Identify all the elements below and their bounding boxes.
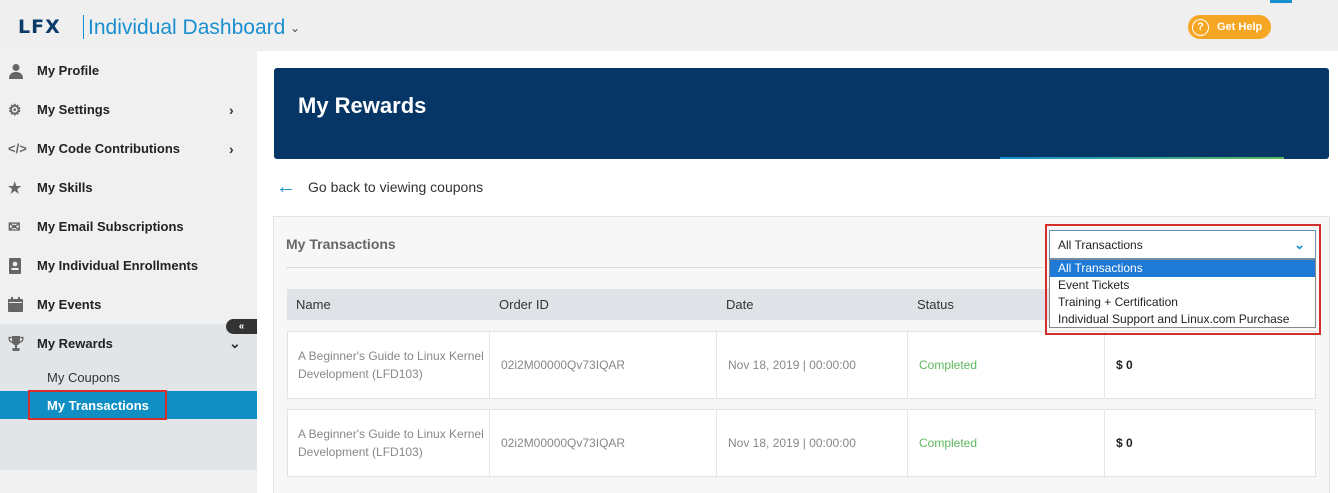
calendar-icon xyxy=(0,297,37,312)
question-icon: ? xyxy=(1192,18,1209,36)
star-icon: ★ xyxy=(8,179,22,197)
sidebar-item-label: My Individual Enrollments xyxy=(37,258,199,273)
row-amount: $ 0 xyxy=(1104,332,1315,398)
top-bar: LFX Individual Dashboard ⌄ ? Get Help xyxy=(0,0,1338,51)
back-link-label: Go back to viewing coupons xyxy=(308,179,484,195)
sidebar-item-label: My Events xyxy=(37,297,102,312)
banner-accent-strip xyxy=(1000,157,1284,159)
sidebar-item-label: My Email Subscriptions xyxy=(37,219,184,234)
row-date: Nov 18, 2019 | 00:00:00 xyxy=(716,332,907,398)
sidebar-collapse-button[interactable]: « xyxy=(226,319,257,334)
lfx-logo[interactable]: LFX xyxy=(18,16,61,38)
sidebar-item-my-individual-enrollments[interactable]: My Individual Enrollments xyxy=(0,246,257,285)
get-help-label: Get Help xyxy=(1217,21,1263,33)
envelope-icon: ✉ xyxy=(8,218,21,236)
column-header-status[interactable]: Status xyxy=(917,297,954,312)
trophy-icon xyxy=(0,336,37,351)
sidebar-item-label: My Rewards xyxy=(37,336,113,351)
chevron-down-icon: ⌄ xyxy=(229,335,241,351)
sidebar-item-my-profile[interactable]: My Profile xyxy=(0,51,257,90)
row-status: Completed xyxy=(907,410,1104,476)
table-row[interactable]: A Beginner's Guide to Linux Kernel Devel… xyxy=(287,331,1316,399)
sidebar-item-label: My Profile xyxy=(37,63,100,78)
column-header-order-id[interactable]: Order ID xyxy=(499,297,549,312)
panel-divider xyxy=(286,267,1043,268)
sidebar-subitem-my-coupons[interactable]: My Coupons xyxy=(0,363,257,391)
sidebar-item-my-events[interactable]: My Events xyxy=(0,285,257,324)
logo-divider xyxy=(83,15,84,39)
column-header-date[interactable]: Date xyxy=(726,297,753,312)
gear-icon: ⚙ xyxy=(8,101,22,119)
row-name: A Beginner's Guide to Linux Kernel Devel… xyxy=(298,427,484,459)
highlight-box-dropdown xyxy=(1045,224,1321,335)
code-icon: </> xyxy=(8,141,27,156)
sidebar-subitem-label: My Coupons xyxy=(47,369,120,385)
table-header: Name Order ID Date Status xyxy=(287,289,1057,320)
chevron-right-icon: › xyxy=(229,140,234,157)
sidebar-item-label: My Code Contributions xyxy=(37,141,180,156)
row-amount: $ 0 xyxy=(1104,410,1315,476)
row-name: A Beginner's Guide to Linux Kernel Devel… xyxy=(298,349,484,381)
row-date: Nov 18, 2019 | 00:00:00 xyxy=(716,410,907,476)
row-order-id: 02i2M00000Qv73IQAR xyxy=(489,332,716,398)
sidebar-item-my-code-contributions[interactable]: </> My Code Contributions › xyxy=(0,129,257,168)
sidebar-item-my-settings[interactable]: ⚙ My Settings › xyxy=(0,90,257,129)
arrow-left-icon: ← xyxy=(276,176,296,198)
sidebar-item-my-email-subscriptions[interactable]: ✉ My Email Subscriptions xyxy=(0,207,257,246)
row-status: Completed xyxy=(907,332,1104,398)
row-order-id: 02i2M00000Qv73IQAR xyxy=(489,410,716,476)
get-help-button[interactable]: ? Get Help xyxy=(1188,15,1271,39)
page-banner: My Rewards xyxy=(274,68,1329,159)
sidebar-item-my-rewards[interactable]: My Rewards ⌄ xyxy=(0,324,257,363)
chevron-right-icon: › xyxy=(229,101,234,118)
table-row[interactable]: A Beginner's Guide to Linux Kernel Devel… xyxy=(287,409,1316,477)
sidebar-item-my-skills[interactable]: ★ My Skills xyxy=(0,168,257,207)
user-icon xyxy=(0,63,37,79)
highlight-box-transactions xyxy=(28,390,167,420)
sidebar-item-label: My Settings xyxy=(37,102,110,117)
back-to-coupons-link[interactable]: ← Go back to viewing coupons xyxy=(276,176,484,198)
column-header-name[interactable]: Name xyxy=(296,297,331,312)
page-title: My Rewards xyxy=(298,93,427,118)
chevron-down-icon[interactable]: ⌄ xyxy=(290,21,300,35)
sidebar: My Profile ⚙ My Settings › </> My Code C… xyxy=(0,51,257,493)
sidebar-item-label: My Skills xyxy=(37,180,93,195)
badge-icon xyxy=(0,257,37,274)
app-title[interactable]: Individual Dashboard xyxy=(88,16,285,40)
top-accent-bar xyxy=(1270,0,1292,3)
panel-title: My Transactions xyxy=(286,236,396,252)
